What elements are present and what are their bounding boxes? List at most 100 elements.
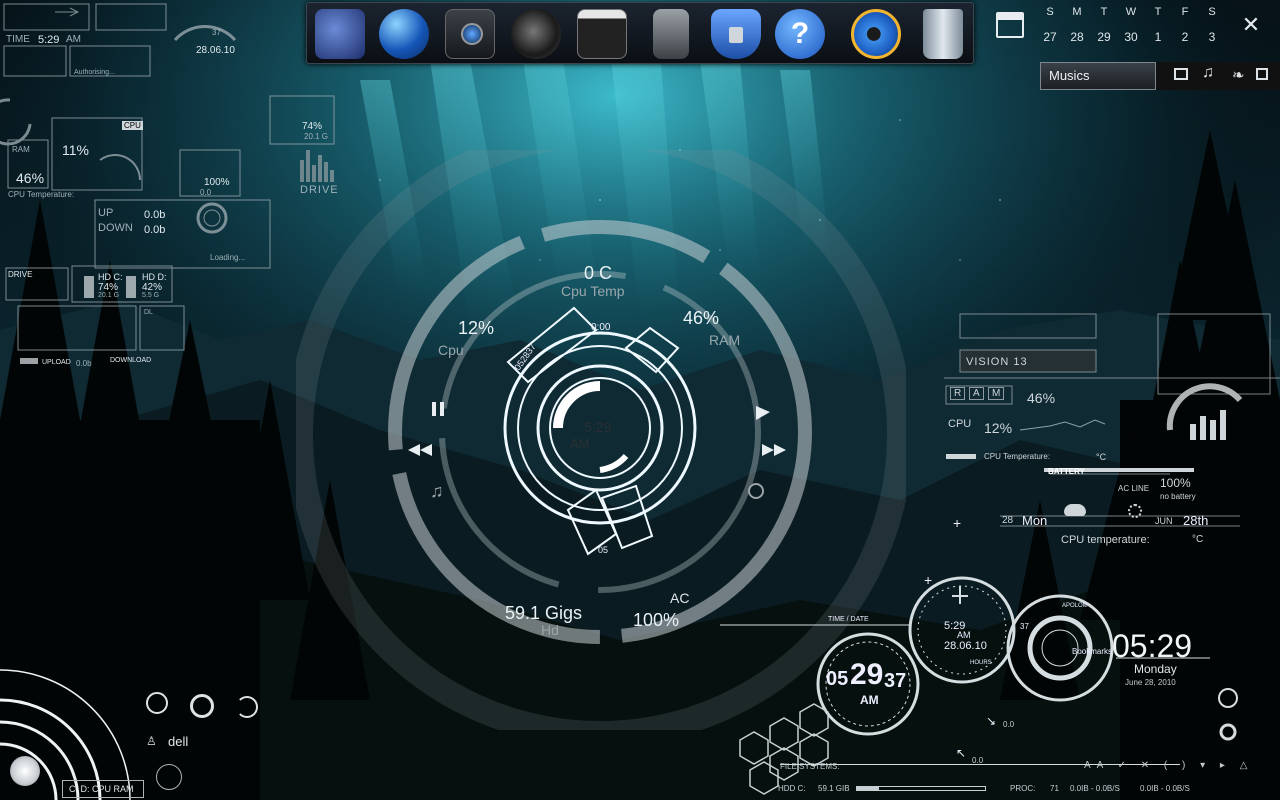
- cal-day-4: T: [1154, 6, 1162, 18]
- internet-globe-icon[interactable]: [379, 9, 429, 59]
- games-icon[interactable]: [315, 9, 365, 59]
- ram-usage-value: 46%: [683, 308, 720, 328]
- right-temp-unit: °C: [1096, 452, 1107, 462]
- vision-label: VISION 13: [966, 356, 1028, 368]
- hud-inner-c: 05: [598, 545, 609, 555]
- window-icon[interactable]: [1256, 68, 1268, 80]
- folder-icon[interactable]: [1174, 68, 1188, 80]
- camera-icon[interactable]: [445, 9, 495, 59]
- long-date: June 28, 2010: [1125, 678, 1176, 687]
- media-mini-controls[interactable]: AA ✓ ✕ ( ) ▾ ▸ △: [1084, 760, 1253, 771]
- cpu-usage-value: 12%: [458, 318, 495, 338]
- cal-day-2: T: [1100, 6, 1108, 18]
- ac-label: AC: [670, 590, 690, 606]
- help-icon[interactable]: ?: [775, 9, 825, 59]
- username-label: dell: [168, 734, 189, 749]
- plus-icon-2[interactable]: +: [924, 572, 932, 588]
- security-shield-icon[interactable]: [711, 9, 761, 59]
- down-label: DOWN: [98, 222, 133, 234]
- dl-label: DL: [144, 309, 153, 316]
- hud-clock-ampm: AM: [570, 436, 590, 451]
- clock1-date: 28.06.10: [944, 640, 987, 652]
- power-icon-hud[interactable]: [748, 483, 764, 499]
- clock1-ampm: AM: [957, 630, 971, 640]
- ac-percent: 100%: [633, 610, 680, 630]
- cpu-temp-value: 0 C: [584, 263, 613, 283]
- calendar-icon[interactable]: [996, 12, 1024, 38]
- right-cpu-percent: 12%: [984, 420, 1013, 436]
- hd-d-size: 5.5 G: [142, 292, 160, 299]
- restart-button[interactable]: [236, 696, 258, 718]
- right-ram-percent: 46%: [1027, 390, 1056, 406]
- auth-status: Authorising...: [74, 69, 115, 76]
- cal-date-3[interactable]: 30: [1121, 30, 1141, 44]
- cpu-usage-label: Cpu: [438, 342, 464, 358]
- ram-letter-r: R: [950, 387, 966, 400]
- ram-letter-a: A: [969, 387, 984, 400]
- ram-label: RAM: [12, 145, 30, 154]
- music-library-dropdown[interactable]: Musics: [1040, 62, 1156, 90]
- cpu-temp-label: CPU Temperature:: [8, 190, 75, 199]
- time-date-label: TIME / DATE: [828, 616, 869, 623]
- up-label: UP: [98, 207, 114, 219]
- cal-date-5[interactable]: 2: [1175, 30, 1195, 44]
- music-note-icon[interactable]: ♫: [1202, 64, 1214, 82]
- hd-space-value: 59.1 Gigs: [505, 603, 583, 623]
- cpu-percent: 11%: [62, 142, 89, 158]
- date-value: 28.06.10: [196, 45, 235, 56]
- cal-date-2[interactable]: 29: [1094, 30, 1114, 44]
- info-button[interactable]: [146, 692, 168, 714]
- shutdown-button[interactable]: [190, 694, 214, 718]
- proc-value: 71: [1050, 784, 1059, 793]
- quick-launch-bar[interactable]: C: D: CPU RAM: [62, 780, 144, 798]
- system-monitor-widgets: TIME 5:29 AM 37 28.06.10 Authorising... …: [0, 0, 340, 380]
- cal-date-1[interactable]: 28: [1067, 30, 1087, 44]
- cal-date-4[interactable]: 1: [1148, 30, 1168, 44]
- pause-button[interactable]: [428, 398, 448, 418]
- speaker-icon[interactable]: [511, 9, 561, 59]
- rate-2: 0.0IB - 0.0B/S: [1140, 784, 1190, 793]
- mini-calendar: S M T W T F S 27 28 29 30 1 2 3: [1040, 6, 1220, 46]
- recycle-bin-icon[interactable]: [923, 9, 963, 59]
- ram-letter-m: M: [988, 387, 1005, 400]
- weekday-label: Monday: [1134, 662, 1177, 676]
- hd-c-label: HD C:: [98, 272, 123, 282]
- drive-label-2: DRIVE: [8, 270, 33, 279]
- cal-day-1: M: [1072, 6, 1082, 18]
- hdd-label: HDD C:: [778, 784, 806, 793]
- volume-knob[interactable]: [156, 764, 182, 790]
- next-button[interactable]: [760, 440, 794, 460]
- hud-clock-time: 5:29: [584, 419, 612, 435]
- arrow-up-icon: ↖: [956, 746, 967, 760]
- pencil-cup-icon[interactable]: [653, 9, 689, 59]
- time-ampm: AM: [66, 34, 81, 45]
- upload-label: UPLOAD: [42, 359, 71, 366]
- cal-date-6[interactable]: 3: [1202, 30, 1222, 44]
- apolo-label: APOLOM: [1062, 603, 1088, 609]
- drive-a-size: 20.1 G: [304, 132, 329, 141]
- bookmarks-label[interactable]: Bookmarks: [1072, 647, 1112, 656]
- user-icon: ♙: [146, 734, 157, 748]
- leaf-icon[interactable]: ❧: [1232, 66, 1245, 84]
- windows-start-orb[interactable]: [10, 756, 40, 786]
- time-value: 5:29: [38, 34, 60, 46]
- plus-icon[interactable]: +: [953, 515, 961, 531]
- play-button[interactable]: [748, 402, 768, 422]
- download-label: DOWNLOAD: [110, 357, 152, 364]
- previous-button[interactable]: [406, 440, 440, 460]
- big-clock-minutes: 29: [850, 658, 884, 691]
- cloud-icon: [1064, 504, 1086, 516]
- music-note-icon-hud[interactable]: ♫: [430, 481, 444, 502]
- cal-day-6: S: [1208, 6, 1216, 18]
- bottom-status-bar: HDD C: 59.1 GIB PROC: 71 0.0IB - 0.0B/S …: [770, 778, 1280, 800]
- video-clapper-icon[interactable]: [577, 9, 627, 59]
- tools-icon[interactable]: ✕: [1238, 12, 1264, 38]
- drive-b-size: 0.0: [200, 188, 212, 197]
- big-clock-hours: 05: [826, 668, 849, 690]
- cal-date-0[interactable]: 27: [1040, 30, 1060, 44]
- ram-percent: 46%: [16, 170, 45, 186]
- file-systems-label: FILE SYSTEMS:: [780, 762, 840, 771]
- internet-explorer-icon[interactable]: [851, 9, 901, 59]
- cpu-temp-label: Cpu Temp: [561, 283, 625, 299]
- battery-label: BATTERY: [1048, 467, 1085, 476]
